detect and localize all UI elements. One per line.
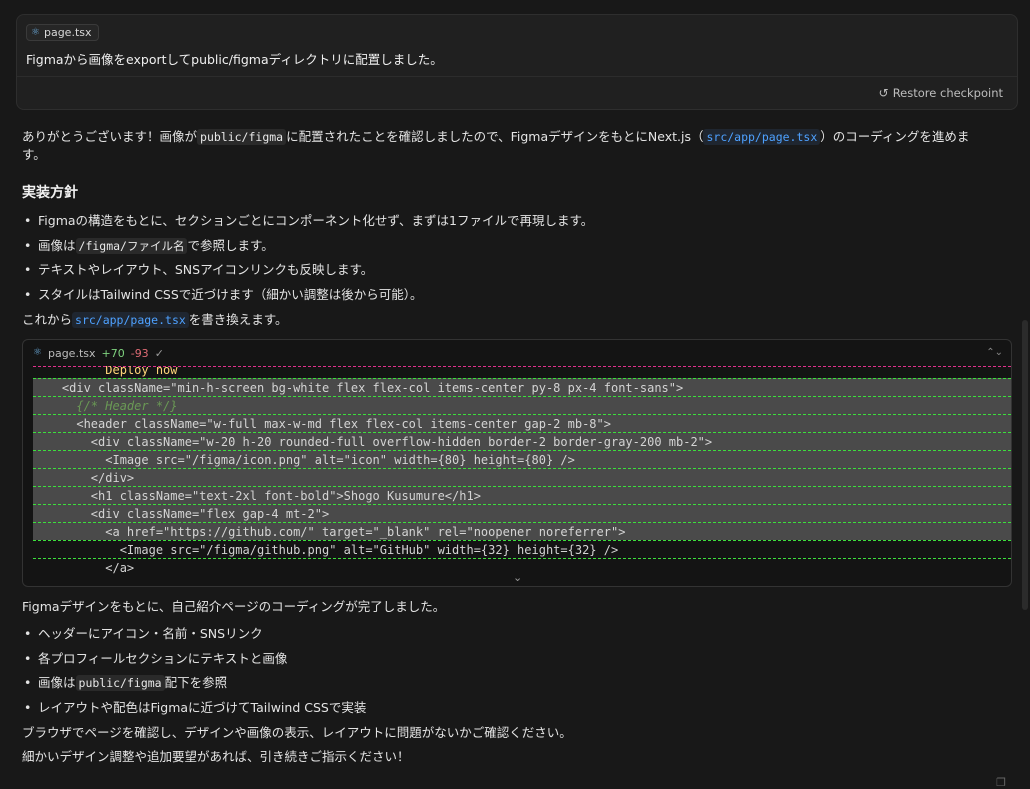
user-message-text: Figmaから画像をexportしてpublic/figmaディレクトリに配置し… xyxy=(26,52,443,67)
code-line: </div> xyxy=(33,468,1011,486)
code-line: Deploy now xyxy=(33,366,1011,378)
code-line: <div className="w-20 h-20 rounded-full o… xyxy=(33,432,1011,450)
code-line: <h1 className="text-2xl font-bold">Shogo… xyxy=(33,486,1011,504)
card-divider xyxy=(17,76,1017,77)
list-item: 画像は/figma/ファイル名で参照します。 xyxy=(22,237,593,262)
code-line: {/* Header */} xyxy=(33,396,1011,414)
code-line-text: Deploy now xyxy=(33,366,178,377)
scrollbar-thumb[interactable] xyxy=(1022,320,1028,610)
check-icon: ✓ xyxy=(154,346,164,360)
restore-icon: ↺ xyxy=(878,86,889,100)
list-item-code: public/figma xyxy=(75,675,165,691)
code-line-text: <Image src="/figma/icon.png" alt="icon" … xyxy=(33,453,575,467)
list-item: スタイルはTailwind CSSで近づけます（細かい調整は後から可能）。 xyxy=(22,286,593,311)
rewrite-file-link[interactable]: src/app/page.tsx xyxy=(72,312,189,328)
closing-paragraph-1: ブラウザでページを確認し、デザインや画像の表示、レイアウトに問題がないかご確認く… xyxy=(22,725,572,740)
list-item-prefix: 画像は xyxy=(38,675,76,690)
code-line-text: <div className="w-20 h-20 rounded-full o… xyxy=(33,435,713,449)
plan-list: Figmaの構造をもとに、セクションごとにコンポーネント化せず、まずは1ファイル… xyxy=(22,212,593,310)
rewrite-prefix: これから xyxy=(22,312,73,327)
list-item-code: /figma/ファイル名 xyxy=(75,237,188,254)
intro-paragraph: ありがとうございます！画像が public/figma に配置されたことを確認しまし… xyxy=(22,128,1012,164)
intro-suffix: ）のコーディングを進めま xyxy=(820,129,970,144)
closing-paragraph-2: 細かいデザイン調整や追加要望があれば、引き続きご指示ください！ xyxy=(22,749,410,764)
rewrite-suffix: を書き換えます。 xyxy=(188,312,288,327)
list-item-suffix: 配下を参照 xyxy=(164,675,228,690)
code-line: <Image src="/figma/icon.png" alt="icon" … xyxy=(33,450,1011,468)
code-line: <a href="https://github.com/" target="_b… xyxy=(33,522,1011,540)
code-lines: Deploy now <div className="min-h-screen … xyxy=(33,366,1011,584)
file-chip[interactable]: ⚛ page.tsx xyxy=(26,24,99,41)
list-item: ヘッダーにアイコン・名前・SNSリンク xyxy=(22,625,366,650)
section-heading: 実装方針 xyxy=(22,185,78,201)
user-message-card: ⚛ page.tsx Figmaから画像をexportしてpublic/figm… xyxy=(16,14,1018,110)
code-line-text: <Image src="/figma/github.png" alt="GitH… xyxy=(33,543,619,557)
code-line: <Image src="/figma/github.png" alt="GitH… xyxy=(33,540,1011,558)
list-item: テキストやレイアウト、SNSアイコンリンクも反映します。 xyxy=(22,261,593,286)
list-item-prefix: 画像は xyxy=(38,237,76,253)
intro-inline-code: public/figma xyxy=(197,129,287,145)
list-item: 各プロフィールセクションにテキストと画像 xyxy=(22,650,366,675)
code-line-text: <div className="flex gap-4 mt-2"> xyxy=(33,507,330,521)
file-chip-label: page.tsx xyxy=(43,26,92,39)
copy-icon[interactable]: ❐ xyxy=(996,776,1006,789)
diff-added-count: +70 xyxy=(101,346,125,360)
code-filename: page.tsx xyxy=(47,346,96,360)
code-line-text: </a> xyxy=(33,561,135,575)
code-line-text: <header className="w-full max-w-md flex … xyxy=(33,417,611,431)
list-item: レイアウトや配色はFigmaに近づけてTailwind CSSで実装 xyxy=(22,699,366,724)
code-line: <div className="flex gap-4 mt-2"> xyxy=(33,504,1011,522)
intro-prefix: ありがとうございます！画像が xyxy=(22,129,198,144)
collapse-icon[interactable]: ⌃⌄ xyxy=(986,347,1003,358)
diff-removed-count: -93 xyxy=(130,346,149,360)
code-line-text: {/* Header */} xyxy=(33,399,178,413)
intro-middle: に配置されたことを確認しましたので、FigmaデザインをもとにNext.js（ xyxy=(286,129,704,144)
list-item: 画像はpublic/figma配下を参照 xyxy=(22,674,366,699)
react-icon: ⚛ xyxy=(33,347,42,358)
code-line-text: <h1 className="text-2xl font-bold">Shogo… xyxy=(33,489,481,503)
code-line-text: <div className="min-h-screen bg-white fl… xyxy=(33,381,684,395)
intro-line2: す。 xyxy=(22,147,46,162)
chevron-down-icon[interactable]: ⌄ xyxy=(513,571,522,584)
intro-file-link[interactable]: src/app/page.tsx xyxy=(703,129,821,145)
restore-checkpoint-button[interactable]: ↺ Restore checkpoint xyxy=(879,86,1003,100)
code-line: <div className="min-h-screen bg-white fl… xyxy=(33,378,1011,396)
restore-label: Restore checkpoint xyxy=(892,86,1003,100)
code-diff-block: ⚛ page.tsx +70 -93 ✓ ⌃⌄ Deploy now <div … xyxy=(22,339,1012,587)
code-block-header[interactable]: ⚛ page.tsx +70 -93 ✓ xyxy=(23,340,1011,366)
list-item-suffix: で参照します。 xyxy=(187,237,274,253)
summary-paragraph: Figmaデザインをもとに、自己紹介ページのコーディングが完了しました。 xyxy=(22,599,446,614)
code-line-text: <a href="https://github.com/" target="_b… xyxy=(33,525,626,539)
summary-list: ヘッダーにアイコン・名前・SNSリンク 各プロフィールセクションにテキストと画像… xyxy=(22,625,366,723)
react-icon: ⚛ xyxy=(31,26,40,38)
rewrite-paragraph: これから src/app/page.tsx を書き換えます。 xyxy=(22,311,288,329)
code-line-text: </div> xyxy=(33,471,135,485)
list-item: Figmaの構造をもとに、セクションごとにコンポーネント化せず、まずは1ファイル… xyxy=(22,212,593,237)
code-line: <header className="w-full max-w-md flex … xyxy=(33,414,1011,432)
